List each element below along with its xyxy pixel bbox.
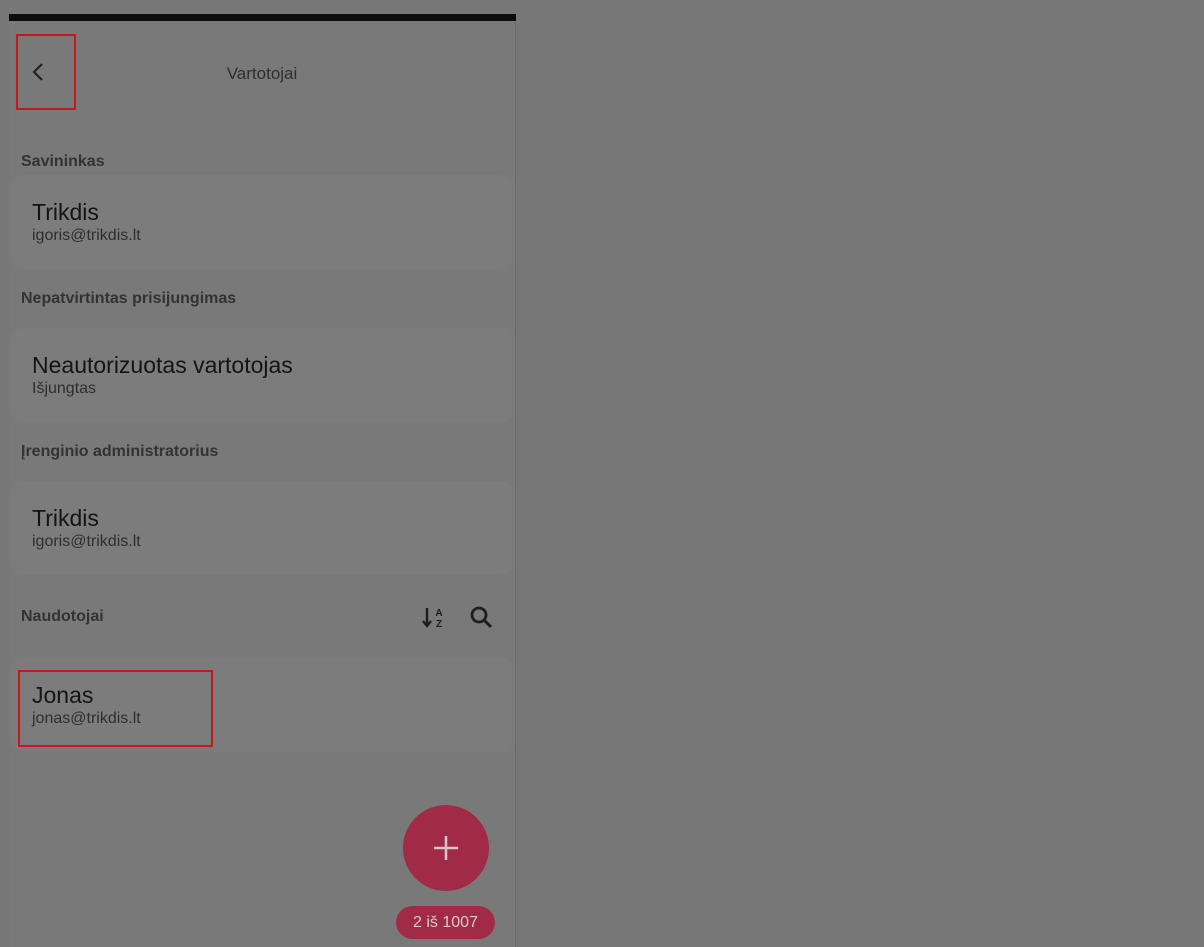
page-title: Vartotojai [226,64,298,83]
admin-card[interactable]: Trikdis igoris@trikdis.lt [11,481,515,575]
unconfirmed-status: Išjungtas [32,379,97,397]
section-header-users: Naudotojai A Z [9,587,515,646]
owner-card[interactable]: Trikdis igoris@trikdis.lt [11,175,515,269]
section-header-admin: Įrenginio administratorius [21,442,219,460]
users-panel: Vartotojai Savininkas Trikdis igoris@tri… [9,21,516,947]
unconfirmed-name: Neautorizuotas vartotojas [32,351,293,378]
admin-email: igoris@trikdis.lt [32,532,141,550]
section-header-owner: Savininkas [21,153,105,170]
admin-name: Trikdis [32,504,99,531]
owner-name: Trikdis [32,198,99,225]
user-email: jonas@trikdis.lt [32,709,141,727]
owner-email: igoris@trikdis.lt [32,226,141,244]
count-badge: 2 iš 1007 [396,906,495,939]
add-user-button[interactable] [403,805,489,891]
section-header-unconfirmed: Nepatvirtintas prisijungimas [21,289,237,307]
unconfirmed-card[interactable]: Neautorizuotas vartotojas Išjungtas [11,328,515,422]
sort-alpha-icon[interactable]: A Z [421,604,447,630]
user-name: Jonas [32,681,94,708]
users-section-label: Naudotojai [21,607,104,625]
user-card-jonas[interactable]: Jonas jonas@trikdis.lt [11,658,515,752]
header: Vartotojai [9,21,515,127]
svg-text:A: A [435,608,442,619]
search-icon[interactable] [469,605,493,629]
svg-text:Z: Z [436,619,442,630]
plus-icon [434,836,458,860]
users-tools: A Z [421,604,493,630]
status-bar [9,14,516,21]
